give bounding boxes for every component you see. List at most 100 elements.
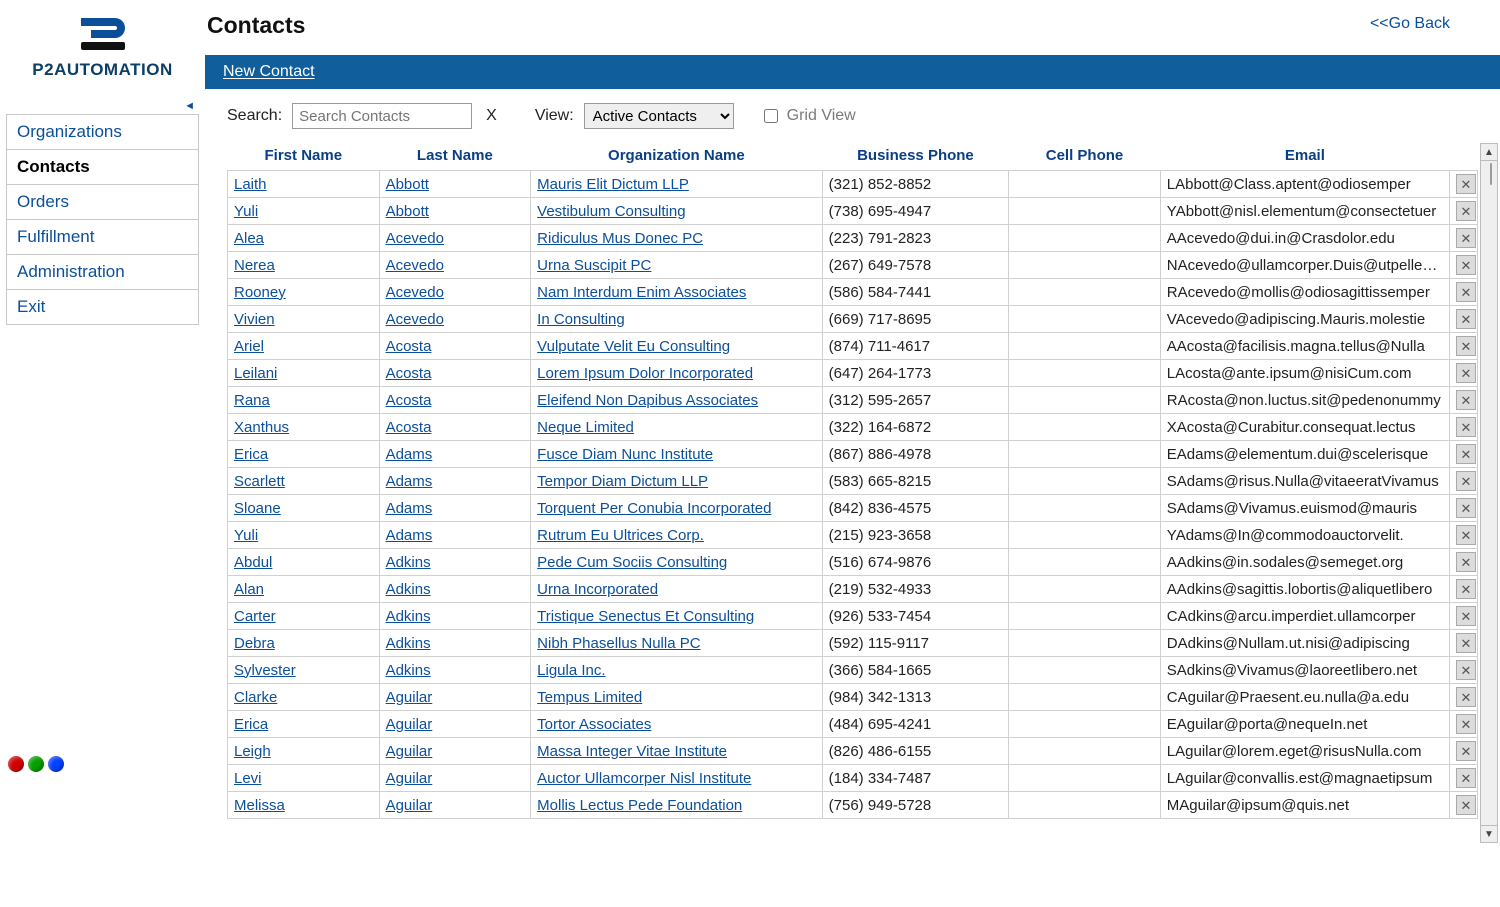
org-link[interactable]: Torquent Per Conubia Incorporated bbox=[537, 500, 771, 517]
scroll-thumb[interactable] bbox=[1490, 163, 1492, 185]
first-name-link[interactable]: Erica bbox=[234, 716, 268, 733]
delete-row-button[interactable]: ✕ bbox=[1456, 417, 1476, 437]
last-name-link[interactable]: Abbott bbox=[386, 176, 429, 193]
org-link[interactable]: Lorem Ipsum Dolor Incorporated bbox=[537, 365, 753, 382]
delete-row-button[interactable]: ✕ bbox=[1456, 741, 1476, 761]
last-name-link[interactable]: Aguilar bbox=[386, 689, 433, 706]
org-link[interactable]: Tempor Diam Dictum LLP bbox=[537, 473, 708, 490]
last-name-link[interactable]: Aguilar bbox=[386, 743, 433, 760]
search-input[interactable] bbox=[292, 103, 472, 129]
first-name-link[interactable]: Xanthus bbox=[234, 419, 289, 436]
org-link[interactable]: Eleifend Non Dapibus Associates bbox=[537, 392, 758, 409]
last-name-link[interactable]: Aguilar bbox=[386, 716, 433, 733]
delete-row-button[interactable]: ✕ bbox=[1456, 606, 1476, 626]
first-name-link[interactable]: Scarlett bbox=[234, 473, 285, 490]
first-name-link[interactable]: Alan bbox=[234, 581, 264, 598]
org-link[interactable]: Tempus Limited bbox=[537, 689, 642, 706]
sidebar-item-administration[interactable]: Administration bbox=[6, 255, 199, 290]
org-link[interactable]: Vulputate Velit Eu Consulting bbox=[537, 338, 730, 355]
delete-row-button[interactable]: ✕ bbox=[1456, 660, 1476, 680]
org-link[interactable]: Massa Integer Vitae Institute bbox=[537, 743, 727, 760]
org-link[interactable]: Pede Cum Sociis Consulting bbox=[537, 554, 727, 571]
delete-row-button[interactable]: ✕ bbox=[1456, 309, 1476, 329]
first-name-link[interactable]: Rooney bbox=[234, 284, 286, 301]
first-name-link[interactable]: Carter bbox=[234, 608, 276, 625]
first-name-link[interactable]: Vivien bbox=[234, 311, 275, 328]
col-first-name[interactable]: First Name bbox=[228, 143, 380, 171]
delete-row-button[interactable]: ✕ bbox=[1456, 201, 1476, 221]
last-name-link[interactable]: Aguilar bbox=[386, 770, 433, 787]
sidebar-collapse-icon[interactable]: ◄ bbox=[6, 100, 199, 114]
sidebar-item-orders[interactable]: Orders bbox=[6, 185, 199, 220]
delete-row-button[interactable]: ✕ bbox=[1456, 795, 1476, 815]
first-name-link[interactable]: Laith bbox=[234, 176, 267, 193]
delete-row-button[interactable]: ✕ bbox=[1456, 471, 1476, 491]
org-link[interactable]: Mollis Lectus Pede Foundation bbox=[537, 797, 742, 814]
last-name-link[interactable]: Acevedo bbox=[386, 284, 444, 301]
clear-search-button[interactable]: X bbox=[482, 107, 501, 125]
delete-row-button[interactable]: ✕ bbox=[1456, 498, 1476, 518]
delete-row-button[interactable]: ✕ bbox=[1456, 633, 1476, 653]
status-dot-green[interactable] bbox=[28, 756, 44, 772]
sidebar-item-contacts[interactable]: Contacts bbox=[6, 150, 199, 185]
org-link[interactable]: Fusce Diam Nunc Institute bbox=[537, 446, 713, 463]
last-name-link[interactable]: Adkins bbox=[386, 635, 431, 652]
sidebar-item-organizations[interactable]: Organizations bbox=[6, 115, 199, 150]
org-link[interactable]: Ligula Inc. bbox=[537, 662, 605, 679]
first-name-link[interactable]: Levi bbox=[234, 770, 262, 787]
sidebar-item-fulfillment[interactable]: Fulfillment bbox=[6, 220, 199, 255]
last-name-link[interactable]: Acevedo bbox=[386, 311, 444, 328]
org-link[interactable]: Urna Suscipit PC bbox=[537, 257, 651, 274]
delete-row-button[interactable]: ✕ bbox=[1456, 255, 1476, 275]
last-name-link[interactable]: Abbott bbox=[386, 203, 429, 220]
org-link[interactable]: Nam Interdum Enim Associates bbox=[537, 284, 746, 301]
first-name-link[interactable]: Yuli bbox=[234, 527, 258, 544]
last-name-link[interactable]: Acosta bbox=[386, 365, 432, 382]
delete-row-button[interactable]: ✕ bbox=[1456, 714, 1476, 734]
first-name-link[interactable]: Rana bbox=[234, 392, 270, 409]
delete-row-button[interactable]: ✕ bbox=[1456, 228, 1476, 248]
delete-row-button[interactable]: ✕ bbox=[1456, 687, 1476, 707]
first-name-link[interactable]: Alea bbox=[234, 230, 264, 247]
delete-row-button[interactable]: ✕ bbox=[1456, 444, 1476, 464]
status-dot-blue[interactable] bbox=[48, 756, 64, 772]
last-name-link[interactable]: Adams bbox=[386, 500, 433, 517]
go-back-link[interactable]: <<Go Back bbox=[1370, 15, 1450, 33]
org-link[interactable]: Auctor Ullamcorper Nisl Institute bbox=[537, 770, 751, 787]
delete-row-button[interactable]: ✕ bbox=[1456, 174, 1476, 194]
org-link[interactable]: Vestibulum Consulting bbox=[537, 203, 685, 220]
last-name-link[interactable]: Acosta bbox=[386, 419, 432, 436]
org-link[interactable]: Mauris Elit Dictum LLP bbox=[537, 176, 689, 193]
first-name-link[interactable]: Ariel bbox=[234, 338, 264, 355]
last-name-link[interactable]: Acosta bbox=[386, 338, 432, 355]
last-name-link[interactable]: Adams bbox=[386, 446, 433, 463]
delete-row-button[interactable]: ✕ bbox=[1456, 282, 1476, 302]
last-name-link[interactable]: Adkins bbox=[386, 581, 431, 598]
delete-row-button[interactable]: ✕ bbox=[1456, 390, 1476, 410]
org-link[interactable]: Tortor Associates bbox=[537, 716, 651, 733]
delete-row-button[interactable]: ✕ bbox=[1456, 579, 1476, 599]
org-link[interactable]: Neque Limited bbox=[537, 419, 634, 436]
col-business-phone[interactable]: Business Phone bbox=[822, 143, 1009, 171]
sidebar-item-exit[interactable]: Exit bbox=[6, 290, 199, 325]
col-cell-phone[interactable]: Cell Phone bbox=[1009, 143, 1161, 171]
last-name-link[interactable]: Acevedo bbox=[386, 257, 444, 274]
last-name-link[interactable]: Adkins bbox=[386, 608, 431, 625]
first-name-link[interactable]: Sylvester bbox=[234, 662, 296, 679]
new-contact-link[interactable]: New Contact bbox=[223, 63, 315, 80]
first-name-link[interactable]: Erica bbox=[234, 446, 268, 463]
col-email[interactable]: Email bbox=[1160, 143, 1449, 171]
first-name-link[interactable]: Nerea bbox=[234, 257, 275, 274]
first-name-link[interactable]: Sloane bbox=[234, 500, 281, 517]
col-org-name[interactable]: Organization Name bbox=[531, 143, 823, 171]
first-name-link[interactable]: Debra bbox=[234, 635, 275, 652]
first-name-link[interactable]: Leilani bbox=[234, 365, 277, 382]
org-link[interactable]: Tristique Senectus Et Consulting bbox=[537, 608, 754, 625]
delete-row-button[interactable]: ✕ bbox=[1456, 525, 1476, 545]
last-name-link[interactable]: Adams bbox=[386, 527, 433, 544]
org-link[interactable]: Urna Incorporated bbox=[537, 581, 658, 598]
first-name-link[interactable]: Melissa bbox=[234, 797, 285, 814]
grid-view-checkbox[interactable] bbox=[764, 109, 778, 123]
col-last-name[interactable]: Last Name bbox=[379, 143, 531, 171]
org-link[interactable]: Rutrum Eu Ultrices Corp. bbox=[537, 527, 704, 544]
